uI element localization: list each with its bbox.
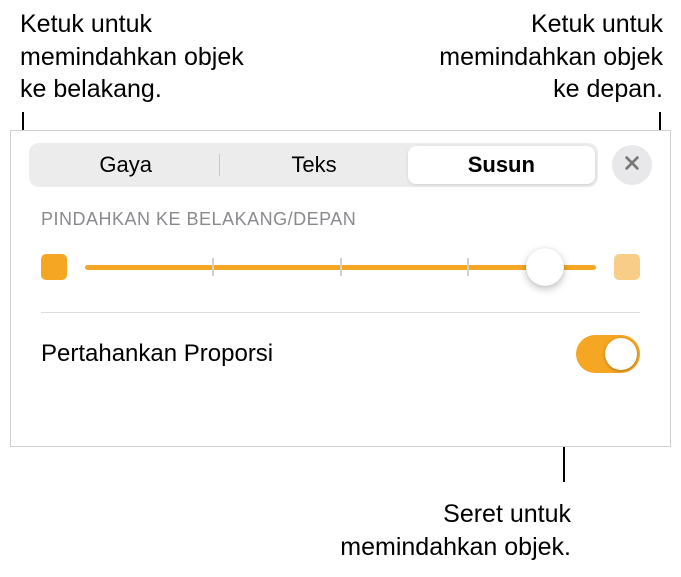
arrange-slider-thumb[interactable]	[526, 248, 564, 286]
toggle-knob	[605, 338, 637, 370]
constrain-proportions-row: Pertahankan Proporsi	[11, 313, 670, 395]
close-icon	[623, 154, 641, 177]
slider-tick	[340, 258, 342, 276]
section-label-move: PINDAHKAN KE BELAKANG/DEPAN	[11, 199, 670, 230]
move-to-front-button[interactable]	[614, 254, 640, 280]
arrange-slider-row	[11, 230, 670, 312]
callout-drag: Seret untuk memindahkan objek.	[340, 498, 571, 563]
constrain-proportions-toggle[interactable]	[576, 335, 640, 373]
format-inspector-panel: Gaya Teks Susun PINDAHKAN KE BELAKANG/DE…	[10, 130, 671, 447]
slider-tick	[467, 258, 469, 276]
callout-move-front: Ketuk untuk memindahkan objek ke depan.	[439, 8, 663, 106]
arrange-slider-track[interactable]	[85, 252, 596, 282]
constrain-proportions-label: Pertahankan Proporsi	[41, 340, 273, 368]
tab-text[interactable]: Teks	[220, 146, 407, 184]
callout-move-back: Ketuk untuk memindahkan objek ke belakan…	[20, 8, 244, 106]
close-button[interactable]	[612, 145, 652, 185]
panel-header: Gaya Teks Susun	[11, 131, 670, 199]
tab-style[interactable]: Gaya	[32, 146, 219, 184]
tab-arrange[interactable]: Susun	[408, 146, 595, 184]
slider-tick	[212, 258, 214, 276]
tab-segmented-control: Gaya Teks Susun	[29, 143, 598, 187]
move-to-back-button[interactable]	[41, 254, 67, 280]
